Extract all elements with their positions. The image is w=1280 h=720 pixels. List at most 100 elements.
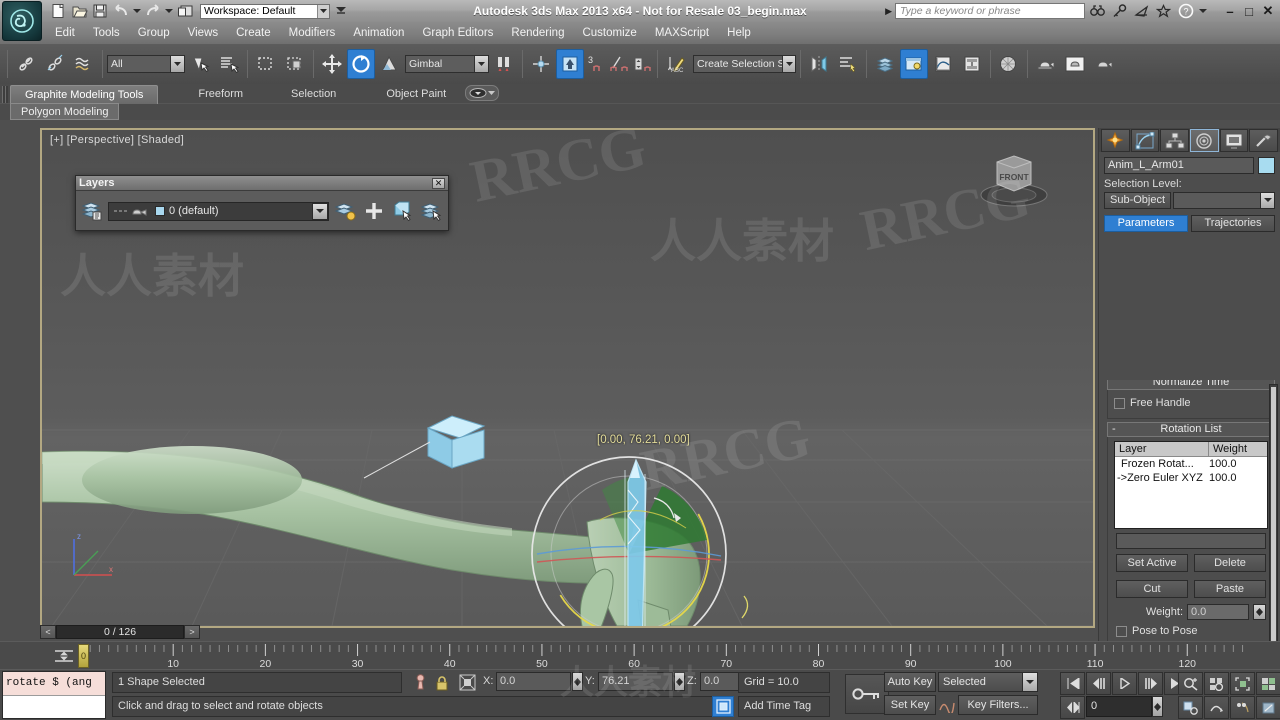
spinner-snap-toggle-icon[interactable] <box>631 49 653 79</box>
collapse-icon[interactable]: - <box>1112 423 1116 436</box>
lock-icon[interactable] <box>432 673 452 692</box>
open-mini-curve-editor-icon[interactable] <box>52 645 76 667</box>
table-row[interactable]: ->Zero Euler XYZ 100.0 <box>1115 471 1267 485</box>
undo-dropdown-icon[interactable] <box>132 1 142 21</box>
track-bar[interactable]: 10 20 30 40 50 60 70 80 90 100 110 120 0 <box>0 641 1280 670</box>
ribbon-tab-freeform[interactable]: Freeform <box>184 85 257 104</box>
pose-to-pose-row[interactable]: Pose to Pose <box>1110 622 1272 640</box>
y-coord-spinner[interactable] <box>674 672 685 691</box>
modify-tab[interactable] <box>1130 129 1160 152</box>
selected-dropdown[interactable]: Selected <box>938 672 1038 692</box>
current-layer-dropdown[interactable]: 0 (default) <box>108 201 329 221</box>
help-dropdown-icon[interactable] <box>1198 2 1208 21</box>
select-object-icon[interactable] <box>186 49 214 79</box>
named-selection-sets-dropdown[interactable]: Create Selection Set <box>693 55 796 73</box>
edit-named-selection-sets-icon[interactable]: ABC <box>662 49 690 79</box>
play-animation-button[interactable] <box>1112 672 1137 695</box>
cut-button[interactable]: Cut <box>1116 580 1188 598</box>
zoom-all-button[interactable] <box>1204 672 1229 695</box>
unlink-selection-icon[interactable] <box>41 49 69 79</box>
create-tab[interactable] <box>1101 129 1130 152</box>
scene-explorer-icon[interactable] <box>900 49 928 79</box>
hierarchy-tab[interactable] <box>1160 129 1190 152</box>
add-selection-to-layer-button[interactable] <box>361 197 387 225</box>
menu-item-views[interactable]: Views <box>179 22 227 44</box>
select-objects-in-layer-button[interactable] <box>390 197 416 225</box>
ribbon-panel-polygon-modeling[interactable]: Polygon Modeling <box>10 103 120 120</box>
maximize-viewport-toggle-button[interactable] <box>1256 696 1280 719</box>
chevron-down-icon[interactable] <box>317 4 329 18</box>
maxscript-output-line[interactable]: rotate $ (ang <box>3 672 105 696</box>
chevron-down-icon[interactable] <box>1022 673 1037 691</box>
previous-frame-button[interactable] <box>1086 672 1111 695</box>
rotation-layer-list[interactable]: Layer Weight Frozen Rotat... 100.0 ->Zer… <box>1114 441 1268 529</box>
ribbon-tab-selection[interactable]: Selection <box>277 85 350 104</box>
percent-snap-toggle-icon[interactable] <box>608 49 630 79</box>
weight-field[interactable]: 0.0 <box>1187 604 1249 620</box>
weight-spinner[interactable] <box>1253 604 1266 620</box>
pan-view-button[interactable] <box>1178 696 1203 719</box>
go-to-start-button[interactable] <box>1060 672 1085 695</box>
select-and-scale-icon[interactable] <box>376 49 404 79</box>
close-icon[interactable]: ✕ <box>432 177 445 189</box>
key-mode-icon[interactable] <box>845 674 889 714</box>
menu-item-customize[interactable]: Customize <box>573 22 645 44</box>
rectangular-selection-region-icon[interactable] <box>252 49 280 79</box>
current-frame-field[interactable]: 0 <box>1086 696 1152 717</box>
view-cube[interactable]: FRONT <box>975 148 1053 210</box>
infocenter-expand-icon[interactable]: ▶ <box>885 6 892 17</box>
display-tab[interactable] <box>1219 129 1249 152</box>
close-button[interactable]: ✕ <box>1260 2 1276 20</box>
menu-item-rendering[interactable]: Rendering <box>502 22 573 44</box>
x-coord-spinner[interactable] <box>572 672 583 691</box>
trajectories-button[interactable]: Trajectories <box>1191 215 1275 232</box>
free-handle-checkbox[interactable] <box>1114 397 1125 409</box>
menu-item-graph-editors[interactable]: Graph Editors <box>413 22 502 44</box>
workspace-expand-icon[interactable] <box>331 1 351 21</box>
set-current-layer-button[interactable] <box>419 197 445 225</box>
sub-object-dropdown[interactable] <box>1173 192 1275 209</box>
normalize-time-header[interactable]: Normalize Time <box>1107 380 1275 390</box>
chevron-down-icon[interactable] <box>312 202 328 220</box>
redo-icon[interactable] <box>143 1 163 21</box>
select-and-link-icon[interactable] <box>12 49 40 79</box>
reference-coordinate-system-dropdown[interactable]: Gimbal <box>405 55 489 73</box>
key-mode-toggle-button[interactable] <box>1060 696 1085 719</box>
field-of-view-button[interactable] <box>1230 696 1255 719</box>
menu-item-edit[interactable]: Edit <box>46 22 84 44</box>
parameters-button[interactable]: Parameters <box>1104 215 1188 232</box>
create-new-layer-button[interactable] <box>332 197 358 225</box>
layer-manager-button[interactable] <box>79 197 105 225</box>
absolute-relative-transform-icon[interactable] <box>456 673 478 692</box>
search-input[interactable]: Type a keyword or phrase <box>895 3 1085 19</box>
chevron-down-icon[interactable] <box>474 56 488 72</box>
mirror-icon[interactable] <box>805 49 833 79</box>
window-crossing-toggle-icon[interactable] <box>281 49 309 79</box>
key-filters-button[interactable]: Key Filters... <box>958 695 1038 715</box>
rotation-list-header[interactable]: - Rotation List <box>1107 422 1275 437</box>
auto-key-button[interactable]: Auto Key <box>884 672 936 692</box>
help-icon[interactable]: ? <box>1176 2 1195 21</box>
utilities-tab[interactable] <box>1249 129 1279 152</box>
orbit-button[interactable] <box>1204 696 1229 719</box>
viewport-label[interactable]: [+] [Perspective] [Shaded] <box>50 134 184 146</box>
ribbon-options-dropdown[interactable] <box>465 85 499 101</box>
next-frame-button[interactable] <box>1138 672 1163 695</box>
selection-filter-dropdown[interactable]: All <box>107 55 185 73</box>
menu-item-help[interactable]: Help <box>718 22 760 44</box>
align-icon[interactable] <box>834 49 862 79</box>
schematic-view-icon[interactable] <box>958 49 986 79</box>
bind-to-space-warp-icon[interactable] <box>70 49 98 79</box>
angle-snap-toggle-icon[interactable]: 3 <box>585 49 607 79</box>
snaps-toggle-icon[interactable] <box>556 49 584 79</box>
project-folder-icon[interactable] <box>175 1 195 21</box>
object-name-field[interactable]: Anim_L_Arm01 <box>1104 157 1254 174</box>
layers-floater[interactable]: Layers ✕ 0 (default) <box>75 175 449 231</box>
new-file-icon[interactable] <box>48 1 68 21</box>
menu-item-group[interactable]: Group <box>129 22 179 44</box>
select-and-rotate-icon[interactable] <box>347 49 375 79</box>
active-layer-field[interactable] <box>1116 533 1266 549</box>
adaptive-degradation-icon[interactable] <box>712 696 734 717</box>
application-menu-button[interactable] <box>2 1 42 41</box>
object-color-swatch[interactable] <box>1258 157 1275 174</box>
